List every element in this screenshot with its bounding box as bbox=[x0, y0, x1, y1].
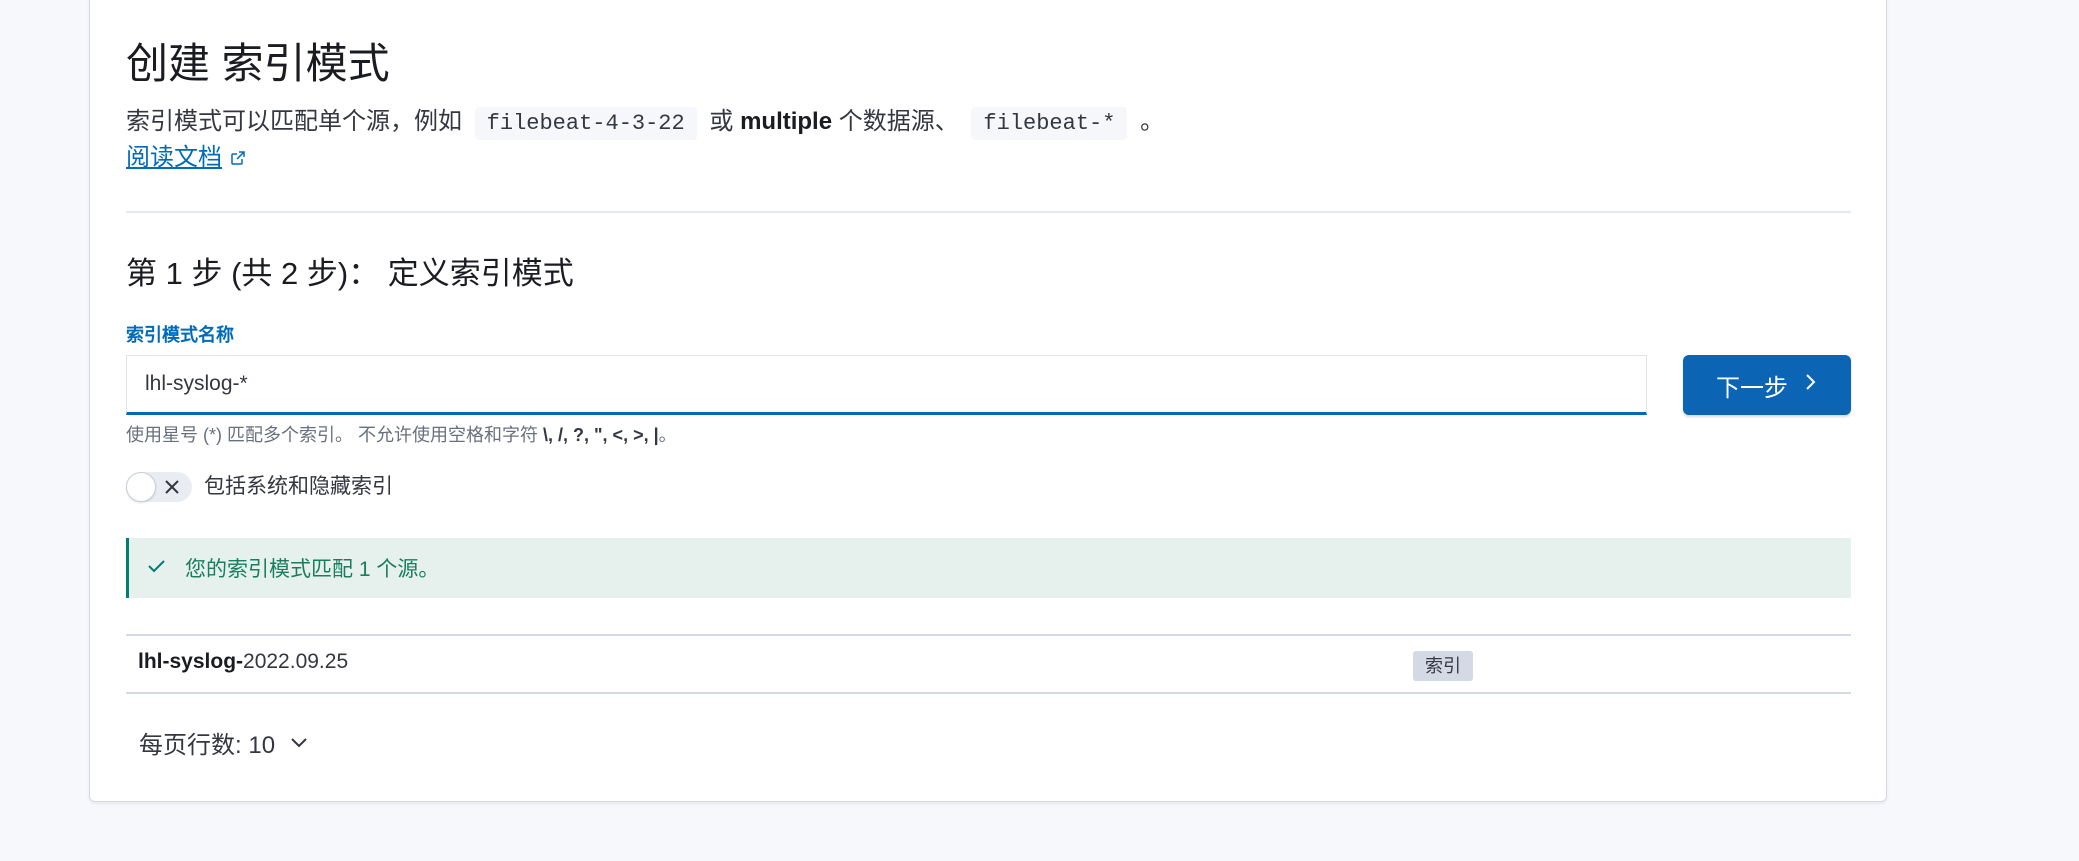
help-disallowed-chars: \, /, ?, ", <, >, | bbox=[543, 425, 659, 445]
index-pattern-input[interactable] bbox=[126, 355, 1647, 415]
chevron-down-icon bbox=[289, 729, 309, 757]
next-step-label: 下一步 bbox=[1716, 374, 1788, 402]
callout-message: 您的索引模式匹配 1 个源。 bbox=[185, 558, 440, 581]
index-pattern-name-label: 索引模式名称 bbox=[126, 325, 234, 345]
table-row: lhl-syslog-2022.09.25 索引 bbox=[126, 636, 1851, 694]
match-success-callout: 您的索引模式匹配 1 个源。 bbox=[126, 538, 1851, 598]
source-name-match: lhl-syslog- bbox=[138, 650, 244, 673]
chevron-right-icon bbox=[1804, 371, 1818, 399]
check-icon bbox=[145, 555, 167, 582]
read-docs-link[interactable]: 阅读文档 bbox=[126, 140, 246, 177]
external-link-icon bbox=[230, 141, 246, 177]
source-name-rest: 2022.09.25 bbox=[243, 650, 349, 673]
source-type-badge: 索引 bbox=[1413, 651, 1473, 681]
close-icon bbox=[163, 478, 181, 501]
description-text: 或 bbox=[709, 108, 734, 135]
source-name: lhl-syslog-2022.09.25 bbox=[138, 650, 348, 674]
example-multi-source: filebeat-* bbox=[971, 107, 1128, 140]
example-single-source: filebeat-4-3-22 bbox=[474, 107, 697, 140]
help-suffix: 。 bbox=[658, 425, 677, 445]
matched-sources-table: lhl-syslog-2022.09.25 索引 bbox=[126, 634, 1851, 694]
toggle-knob bbox=[126, 472, 156, 502]
read-docs-label: 阅读文档 bbox=[126, 144, 222, 171]
page-description: 索引模式可以匹配单个源，例如 filebeat-4-3-22 或 multipl… bbox=[126, 104, 1164, 142]
section-divider bbox=[126, 211, 1851, 213]
step-title: 第 1 步 (共 2 步)： 定义索引模式 bbox=[126, 256, 574, 291]
include-hidden-indices-label: 包括系统和隐藏索引 bbox=[204, 475, 393, 498]
description-multiple: multiple bbox=[740, 108, 833, 135]
rows-per-page-label: 每页行数: 10 bbox=[139, 732, 276, 759]
rows-per-page-selector[interactable]: 每页行数: 10 bbox=[139, 725, 309, 760]
next-step-button[interactable]: 下一步 bbox=[1683, 355, 1851, 415]
input-help-text: 使用星号 (*) 匹配多个索引。 不允许使用空格和字符 \, /, ?, ", … bbox=[126, 422, 677, 448]
description-text: 索引模式可以匹配单个源，例如 bbox=[126, 108, 462, 135]
page-title: 创建 索引模式 bbox=[126, 40, 390, 87]
description-text: 个数据源、 bbox=[838, 108, 959, 135]
description-text: 。 bbox=[1140, 108, 1165, 135]
help-text: 使用星号 (*) 匹配多个索引。 不允许使用空格和字符 bbox=[126, 425, 538, 445]
rows-per-page-value: 10 bbox=[248, 732, 276, 759]
include-hidden-indices-toggle[interactable] bbox=[126, 472, 192, 502]
